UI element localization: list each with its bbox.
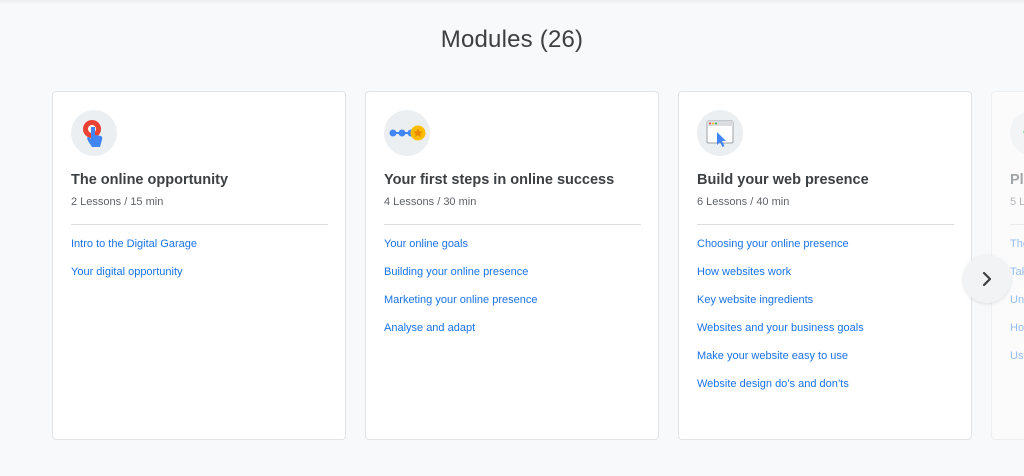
lesson-link[interactable]: Make your website easy to use — [697, 348, 953, 376]
lesson-list: Intro to the Digital Garage Your digital… — [71, 236, 327, 292]
next-button[interactable] — [963, 255, 1011, 303]
module-meta: 6 Lessons / 40 min — [697, 196, 790, 208]
modules-carousel: The online opportunity 2 Lessons / 15 mi… — [52, 91, 1024, 440]
divider — [384, 224, 641, 225]
lesson-link[interactable]: The — [1010, 236, 1024, 264]
modules-page: Modules (26) The online opportunity 2 Le… — [0, 0, 1024, 476]
steps-star-icon — [384, 110, 430, 156]
divider — [697, 224, 954, 225]
browser-cursor-icon — [697, 110, 743, 156]
lesson-link[interactable]: Analyse and adapt — [384, 320, 640, 348]
module-card[interactable]: Build your web presence 6 Lessons / 40 m… — [678, 91, 972, 440]
lesson-link[interactable]: Tak — [1010, 264, 1024, 292]
lesson-link[interactable]: Building your online presence — [384, 264, 640, 292]
plant-icon — [1010, 110, 1024, 156]
module-meta: 4 Lessons / 30 min — [384, 196, 477, 208]
module-title: The online opportunity — [71, 172, 229, 188]
pointer-hand-icon — [71, 110, 117, 156]
lesson-link[interactable]: Usi — [1010, 348, 1024, 376]
lesson-link[interactable]: Choosing your online presence — [697, 236, 953, 264]
lesson-link[interactable]: Your digital opportunity — [71, 264, 327, 292]
module-card[interactable]: The online opportunity 2 Lessons / 15 mi… — [52, 91, 346, 440]
lesson-link[interactable]: Und — [1010, 292, 1024, 320]
lesson-list: The Tak Und How Usi — [1010, 236, 1024, 376]
module-title: Pla — [1010, 172, 1024, 188]
section-title: Modules (26) — [440, 26, 584, 53]
module-meta: 5 L — [1010, 196, 1024, 208]
divider — [71, 224, 328, 225]
lesson-link[interactable]: Websites and your business goals — [697, 320, 953, 348]
module-meta: 2 Lessons / 15 min — [71, 196, 164, 208]
lesson-link[interactable]: Intro to the Digital Garage — [71, 236, 327, 264]
lesson-link[interactable]: How — [1010, 320, 1024, 348]
module-title: Your first steps in online success — [384, 172, 615, 188]
lesson-link[interactable]: How websites work — [697, 264, 953, 292]
lesson-list: Your online goals Building your online p… — [384, 236, 640, 348]
module-card[interactable]: Your first steps in online success 4 Les… — [365, 91, 659, 440]
module-title: Build your web presence — [697, 172, 869, 188]
lesson-link[interactable]: Website design do’s and don’ts — [697, 376, 953, 404]
lesson-link[interactable]: Key website ingredients — [697, 292, 953, 320]
top-shadow — [0, 0, 1024, 4]
lesson-link[interactable]: Marketing your online presence — [384, 292, 640, 320]
lesson-link[interactable]: Your online goals — [384, 236, 640, 264]
lesson-list: Choosing your online presence How websit… — [697, 236, 953, 404]
divider — [1010, 224, 1024, 225]
chevron-right-icon — [982, 271, 992, 287]
